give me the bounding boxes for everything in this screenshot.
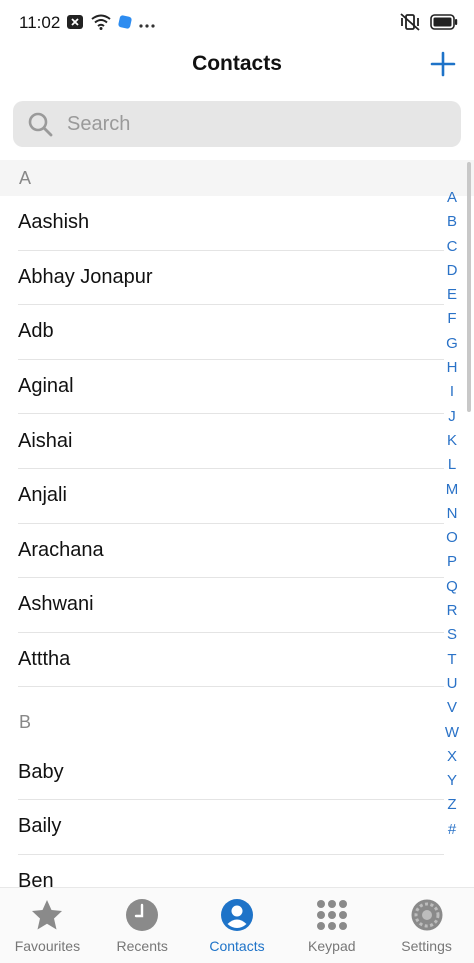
contact-row[interactable]: Abhay Jonapur: [18, 251, 444, 306]
nav-label: Contacts: [209, 938, 265, 954]
bottom-nav: Favourites Recents Contacts Keypad Setti…: [0, 887, 474, 963]
search-icon: [28, 112, 53, 137]
status-right-icons: [399, 13, 458, 36]
index-letter[interactable]: M: [446, 478, 459, 502]
keypad-icon: [315, 898, 349, 932]
index-letter[interactable]: O: [446, 526, 458, 550]
status-time: 11:02: [19, 13, 61, 32]
index-letter[interactable]: Y: [447, 769, 457, 793]
contact-row[interactable]: Ben: [18, 855, 444, 887]
search-input[interactable]: [67, 112, 427, 136]
nav-keypad[interactable]: Keypad: [284, 888, 379, 963]
search-bar[interactable]: [13, 101, 461, 147]
index-letter[interactable]: B: [447, 210, 457, 234]
star-icon: [30, 898, 64, 932]
index-letter[interactable]: P: [447, 550, 457, 574]
nav-favourites[interactable]: Favourites: [0, 888, 95, 963]
index-letter[interactable]: I: [450, 380, 454, 404]
nav-label: Recents: [116, 938, 168, 954]
nav-settings[interactable]: Settings: [379, 888, 474, 963]
contact-row[interactable]: Baby: [18, 745, 444, 800]
index-letter[interactable]: #: [448, 818, 456, 842]
header: Contacts: [0, 46, 474, 90]
index-letter[interactable]: D: [447, 259, 458, 283]
index-letter[interactable]: A: [447, 186, 457, 210]
status-bar: 11:02: [0, 0, 474, 46]
clock-icon: [125, 898, 159, 932]
index-letter[interactable]: N: [447, 502, 458, 526]
index-letter[interactable]: X: [447, 745, 457, 769]
contact-row[interactable]: Aashish: [18, 196, 444, 251]
index-letter[interactable]: K: [447, 429, 457, 453]
nav-label: Favourites: [14, 938, 81, 954]
section-header-a: A: [0, 160, 474, 196]
index-letter[interactable]: Q: [446, 575, 458, 599]
plus-icon: [430, 51, 456, 77]
index-letter[interactable]: R: [447, 599, 458, 623]
index-letter[interactable]: L: [448, 453, 456, 477]
contact-row[interactable]: Aishai: [18, 414, 444, 469]
contact-row[interactable]: Anjali: [18, 469, 444, 524]
index-letter[interactable]: W: [445, 721, 459, 745]
index-letter[interactable]: Z: [447, 793, 456, 817]
battery-icon: [430, 14, 458, 35]
person-icon: [220, 898, 254, 932]
contact-row[interactable]: Ashwani: [18, 578, 444, 633]
index-letter[interactable]: S: [447, 623, 457, 647]
alphabet-index[interactable]: A B C D E F G H I J K L M N O P Q R S T U V W X Y Z #: [442, 186, 462, 842]
contact-row[interactable]: Aginal: [18, 360, 444, 415]
status-left-icons: [66, 14, 155, 35]
index-letter[interactable]: T: [447, 648, 456, 672]
vibrate-icon: [399, 13, 421, 36]
section-header-b: B: [0, 687, 474, 746]
add-contact-button[interactable]: [429, 50, 457, 78]
contact-row[interactable]: Arachana: [18, 524, 444, 579]
app-icon: [118, 15, 132, 34]
nav-contacts[interactable]: Contacts: [190, 888, 285, 963]
contact-row[interactable]: Adb: [18, 305, 444, 360]
index-letter[interactable]: C: [447, 235, 458, 259]
page-title: Contacts: [192, 52, 282, 75]
notification-x-icon: [66, 14, 84, 35]
index-letter[interactable]: V: [447, 696, 457, 720]
index-letter[interactable]: U: [447, 672, 458, 696]
contact-row[interactable]: Atttha: [18, 633, 444, 688]
scrollbar[interactable]: [467, 162, 471, 412]
wifi-icon: [91, 14, 111, 35]
more-dots-icon: [139, 16, 155, 34]
index-letter[interactable]: G: [446, 332, 458, 356]
index-letter[interactable]: H: [447, 356, 458, 380]
contact-row[interactable]: Baily: [18, 800, 444, 855]
nav-label: Settings: [401, 938, 452, 954]
gear-icon: [410, 898, 444, 932]
contact-list[interactable]: A Aashish Abhay Jonapur Adb Aginal Aisha…: [0, 160, 474, 887]
nav-label: Keypad: [308, 938, 356, 954]
index-letter[interactable]: F: [447, 307, 456, 331]
index-letter[interactable]: J: [448, 405, 456, 429]
index-letter[interactable]: E: [447, 283, 457, 307]
nav-recents[interactable]: Recents: [95, 888, 190, 963]
